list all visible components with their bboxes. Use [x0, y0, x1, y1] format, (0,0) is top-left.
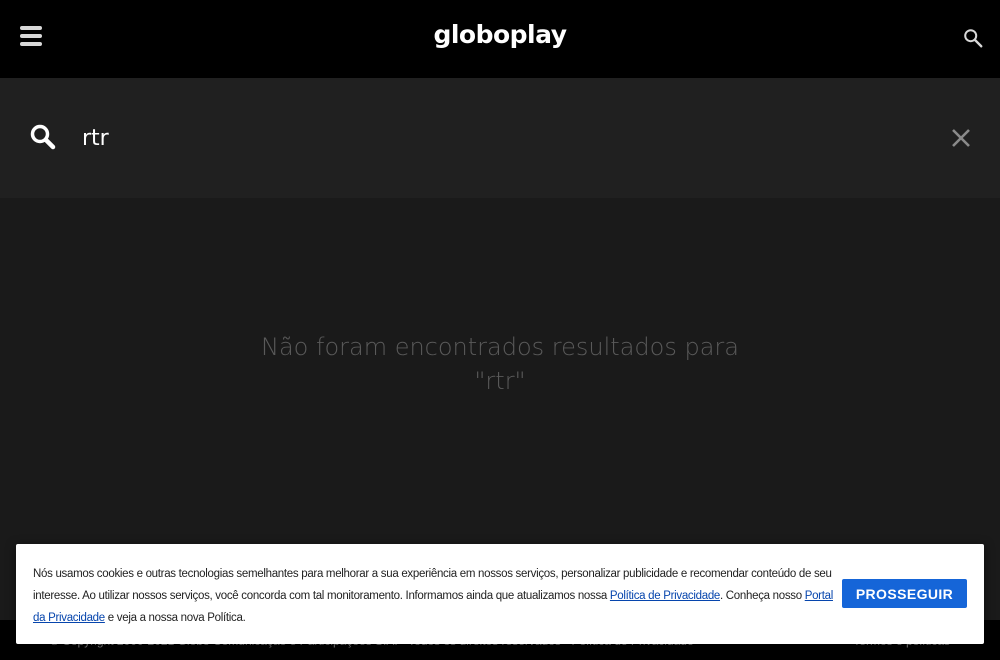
cookie-text-part: . Conheça nosso [720, 590, 805, 602]
privacy-policy-link[interactable]: Política de Privacidade [610, 590, 720, 602]
cookie-banner-text: Nós usamos cookies e outras tecnologias … [33, 563, 833, 629]
globoplay-logo[interactable]: globoplay [0, 20, 1000, 49]
search-icon [30, 124, 56, 150]
close-icon[interactable] [950, 127, 972, 149]
proceed-button[interactable]: PROSSEGUIR [842, 579, 967, 608]
cookie-text-part: e veja a nossa nova Política. [104, 612, 246, 624]
cookie-banner: Nós usamos cookies e outras tecnologias … [16, 544, 984, 644]
no-results-query: "rtr" [474, 367, 526, 395]
search-icon[interactable] [962, 27, 984, 49]
top-bar: globoplay [0, 0, 1000, 78]
search-input[interactable] [80, 118, 900, 158]
no-results-line: Não foram encontrados resultados para [261, 333, 739, 361]
no-results-message: Não foram encontrados resultados para "r… [0, 330, 1000, 398]
